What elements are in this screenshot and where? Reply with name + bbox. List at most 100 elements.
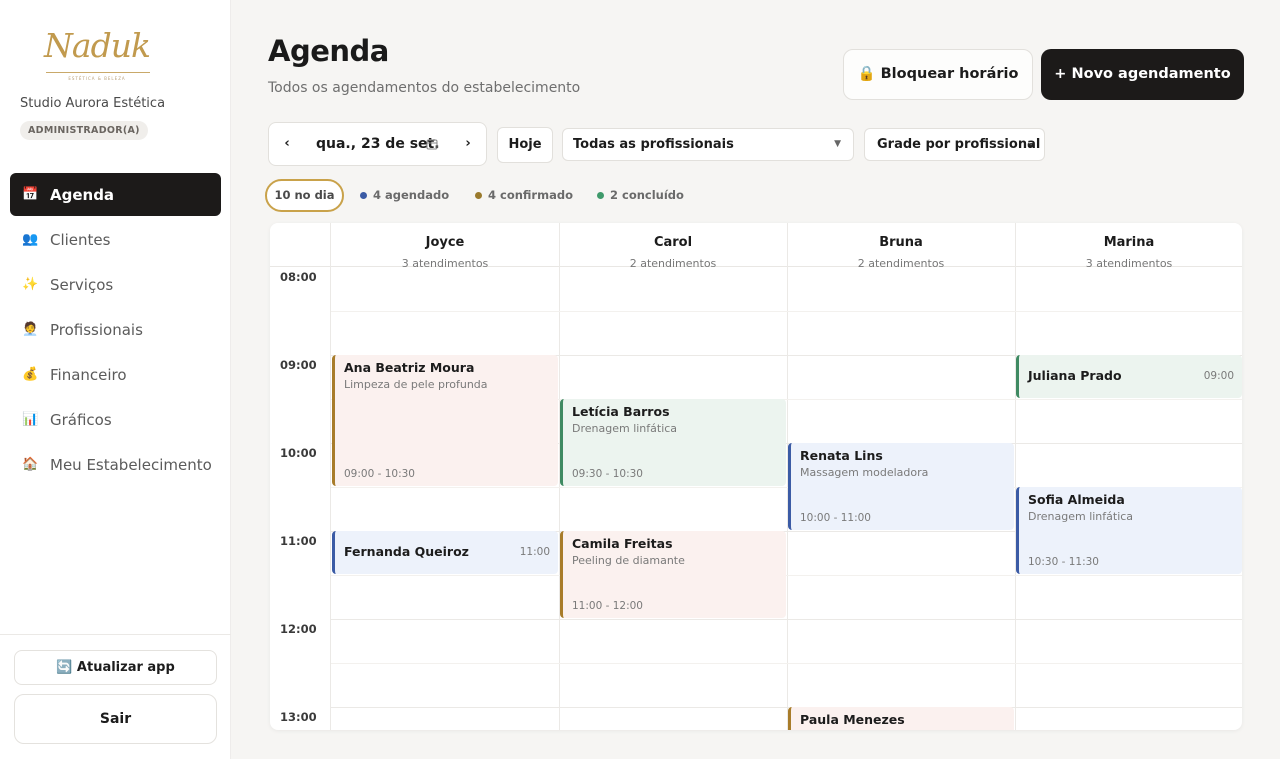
bar-chart-icon: 📊 <box>22 412 39 427</box>
appointment-time: 09:00 <box>1203 370 1234 382</box>
appointment-count: 2 atendimentos <box>857 257 945 270</box>
sidebar-item-label: Clientes <box>50 230 111 249</box>
appointment-client: Ana Beatriz Moura <box>344 360 475 375</box>
completed-chip[interactable]: 2 concluído <box>597 179 684 212</box>
sidebar-item-financeiro[interactable]: 💰 Financeiro <box>10 353 221 396</box>
next-day-button[interactable]: › <box>453 123 483 165</box>
column-header-joyce: Joyce 3 atendimentos <box>331 223 559 270</box>
date-navigator: ‹ qua., 23 de set. › <box>268 122 487 166</box>
logo-underline <box>46 72 150 73</box>
sidebar-item-label: Meu Estabelecimento <box>50 455 212 474</box>
hour-line <box>331 707 1242 708</box>
sidebar-nav: 📅 Agenda 👥 Clientes ✨ Serviços 🧑‍💼 Profissionai… <box>10 173 221 488</box>
logout-button[interactable]: Sair <box>14 694 217 744</box>
sidebar-item-label: Gráficos <box>50 410 112 429</box>
scheduled-chip[interactable]: 4 agendado <box>360 179 449 212</box>
professional-name: Marina <box>1103 235 1155 250</box>
time-label: 08:00 <box>280 270 317 284</box>
sidebar-item-meu-estabelecimento[interactable]: 🏠 Meu Estabelecimento <box>10 443 221 486</box>
column-header-bruna: Bruna 2 atendimentos <box>787 223 1015 270</box>
sidebar-item-agenda[interactable]: 📅 Agenda <box>10 173 221 216</box>
appointment-card[interactable]: Paula Menezes <box>788 707 1014 730</box>
column-divider <box>1015 223 1016 730</box>
new-appointment-button[interactable]: + Novo agendamento <box>1041 49 1244 100</box>
professional-filter-select[interactable]: Todas as profissionais ▼ <box>562 128 854 161</box>
people-icon: 👥 <box>22 232 39 247</box>
appointment-client: Sofia Almeida <box>1028 492 1125 507</box>
appointment-time: 09:00 - 10:30 <box>344 468 415 480</box>
sparkles-icon: ✨ <box>22 277 39 292</box>
half-hour-line <box>331 311 1242 312</box>
time-label: 09:00 <box>280 358 317 372</box>
today-button[interactable]: Hoje <box>497 127 553 163</box>
house-icon: 🏠 <box>22 457 39 472</box>
appointment-card[interactable]: Sofia Almeida Drenagem linfática 10:30 - 1… <box>1016 487 1242 574</box>
appointment-client: Juliana Prado <box>1028 368 1122 383</box>
day-total-chip[interactable]: 10 no dia <box>265 179 344 212</box>
appointment-count: 3 atendimentos <box>401 257 489 270</box>
chevron-down-icon <box>1027 142 1035 148</box>
appointment-client: Paula Menezes <box>800 712 905 727</box>
sidebar: Naduk ESTÉTICA & BELEZA Studio Aurora Es… <box>0 0 231 759</box>
professional-icon: 🧑‍💼 <box>22 322 39 337</box>
sidebar-item-label: Financeiro <box>50 365 127 384</box>
appointment-card[interactable]: Letícia Barros Drenagem linfática 09:30 - … <box>560 399 786 486</box>
confirmed-dot <box>475 192 482 199</box>
date-label[interactable]: qua., 23 de set. <box>316 123 440 165</box>
sidebar-item-profissionais[interactable]: 🧑‍💼 Profissionais <box>10 308 221 351</box>
appointment-time: 10:30 - 11:30 <box>1028 556 1099 568</box>
completed-dot <box>597 192 604 199</box>
appointment-card[interactable]: Ana Beatriz Moura Limpeza de pele profund… <box>332 355 558 486</box>
column-header-marina: Marina 3 atendimentos <box>1015 223 1242 270</box>
studio-name: Studio Aurora Estética <box>20 96 166 111</box>
calendar-icon: 📅 <box>22 187 39 202</box>
scheduled-dot <box>360 192 367 199</box>
page-subtitle: Todos os agendamentos do estabelecimento <box>268 80 581 96</box>
appointment-service: Drenagem linfática <box>572 422 678 435</box>
appointment-card[interactable]: Juliana Prado 09:00 <box>1016 355 1242 398</box>
appointment-client: Camila Freitas <box>572 536 673 551</box>
appointment-time: 11:00 - 12:00 <box>572 600 643 612</box>
appointment-service: Limpeza de pele profunda <box>344 378 488 391</box>
appointment-card[interactable]: Renata Lins Massagem modeladora 10:00 - 11… <box>788 443 1014 530</box>
caret-down-icon: ▼ <box>834 139 841 149</box>
time-label: 11:00 <box>280 534 317 548</box>
appointment-client: Letícia Barros <box>572 404 670 419</box>
sidebar-item-clientes[interactable]: 👥 Clientes <box>10 218 221 261</box>
professional-name: Joyce <box>425 235 465 250</box>
block-time-button[interactable]: 🔒 Bloquear horário <box>843 49 1033 100</box>
role-badge: ADMINISTRADOR(A) <box>20 121 148 140</box>
sidebar-item-gráficos[interactable]: 📊 Gráficos <box>10 398 221 441</box>
calendar-grid: Joyce 3 atendimentos Carol 2 atendimentos Br… <box>270 223 1242 730</box>
scheduled-label: 4 agendado <box>373 188 450 202</box>
appointment-time: 09:30 - 10:30 <box>572 468 643 480</box>
appointment-card[interactable]: Fernanda Queiroz 11:00 <box>332 531 558 574</box>
calendar-header: Joyce 3 atendimentos Carol 2 atendimentos Br… <box>270 223 1242 270</box>
view-mode-value: Grade por profissional <box>877 137 1041 152</box>
sidebar-item-label: Serviços <box>50 275 114 294</box>
logo-text: Naduk <box>44 26 151 65</box>
column-divider <box>330 223 331 730</box>
money-bag-icon: 💰 <box>22 367 39 382</box>
sidebar-item-label: Agenda <box>50 185 115 204</box>
view-mode-select[interactable]: Grade por profissional <box>864 128 1045 161</box>
previous-day-button[interactable]: ‹ <box>272 123 302 165</box>
hour-line <box>331 619 1242 620</box>
update-app-button[interactable]: 🔄 Atualizar app <box>14 650 217 685</box>
professional-name: Bruna <box>879 235 923 250</box>
appointment-time: 10:00 - 11:00 <box>800 512 871 524</box>
professional-name: Carol <box>653 235 693 250</box>
confirmed-label: 4 confirmado <box>488 188 573 202</box>
appointment-service: Massagem modeladora <box>800 466 929 479</box>
appointment-client: Fernanda Queiroz <box>344 544 469 559</box>
appointment-card[interactable]: Camila Freitas Peeling de diamante 11:00 -… <box>560 531 786 618</box>
appointment-count: 2 atendimentos <box>629 257 717 270</box>
appointment-client: Renata Lins <box>800 448 883 463</box>
appointment-count: 3 atendimentos <box>1085 257 1173 270</box>
sidebar-item-serviços[interactable]: ✨ Serviços <box>10 263 221 306</box>
page-title: Agenda <box>268 34 389 68</box>
confirmed-chip[interactable]: 4 confirmado <box>475 179 573 212</box>
time-label: 10:00 <box>280 446 317 460</box>
half-hour-line <box>331 575 1242 576</box>
calendar-icon[interactable] <box>426 138 438 150</box>
